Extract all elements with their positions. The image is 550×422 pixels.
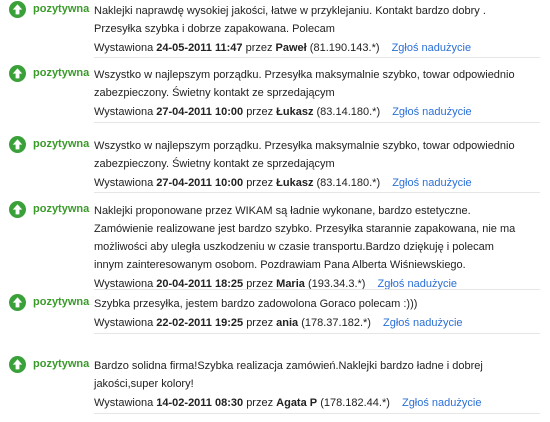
report-abuse-link[interactable]: Zgłoś nadużycie bbox=[392, 106, 472, 118]
feedback-ip: (83.14.180.*) bbox=[316, 177, 381, 189]
up-arrow-circle-icon bbox=[9, 356, 26, 373]
feedback-type-label: pozytywna bbox=[33, 138, 90, 150]
by-label: przez bbox=[245, 42, 273, 54]
up-arrow-circle-icon bbox=[9, 136, 26, 153]
up-arrow-circle-icon bbox=[9, 294, 26, 311]
feedback-text: Naklejki proponowane przez WIKAM są ładn… bbox=[94, 205, 516, 271]
feedback-date: 24-05-2011 11:47 bbox=[156, 42, 243, 54]
feedback-author: Łukasz bbox=[276, 177, 314, 189]
feedback-date: 14-02-2011 08:30 bbox=[156, 397, 244, 409]
feedback-meta: Wystawiona 20-04-2011 18:25 przez Maria … bbox=[94, 275, 526, 293]
report-abuse-link[interactable]: Zgłoś nadużycie bbox=[392, 177, 472, 189]
divider bbox=[94, 289, 540, 290]
feedback-author: ania bbox=[276, 317, 299, 329]
feedback-meta: Wystawiona 22-02-2011 19:25 przez ania (… bbox=[94, 314, 526, 332]
feedback-meta: Wystawiona 24-05-2011 11:47 przez Paweł … bbox=[94, 39, 526, 57]
feedback-text: Wszystko w najlepszym porządku. Przesyłk… bbox=[94, 69, 515, 99]
feedback-body: Naklejki proponowane przez WIKAM są ładn… bbox=[94, 202, 526, 293]
feedback-type-label: pozytywna bbox=[33, 67, 90, 79]
feedback-text: Naklejki naprawdę wysokiej jakości, łatw… bbox=[94, 5, 486, 35]
divider bbox=[94, 57, 540, 58]
feedback-body: Bardzo solidna firma!Szybka realizacja z… bbox=[94, 357, 526, 412]
by-label: przez bbox=[246, 317, 274, 329]
by-label: przez bbox=[246, 106, 274, 118]
feedback-meta: Wystawiona 27-04-2011 10:00 przez Łukasz… bbox=[94, 103, 526, 121]
feedback-ip: (83.14.180.*) bbox=[316, 106, 381, 118]
feedback-author: Agata P bbox=[276, 397, 318, 409]
feedback-author: Łukasz bbox=[276, 106, 314, 118]
feedback-meta: Wystawiona 27-04-2011 10:00 przez Łukasz… bbox=[94, 174, 526, 192]
feedback-ip: (178.182.44.*) bbox=[320, 397, 390, 409]
issued-label: Wystawiona bbox=[94, 106, 154, 118]
feedback-body: Wszystko w najlepszym porządku. Przesyłk… bbox=[94, 137, 526, 192]
report-abuse-link[interactable]: Zgłoś nadużycie bbox=[383, 317, 463, 329]
feedback-list: pozytywna Naklejki naprawdę wysokiej jak… bbox=[0, 0, 550, 422]
feedback-date: 22-02-2011 19:25 bbox=[156, 317, 244, 329]
divider bbox=[94, 413, 540, 414]
feedback-body: Wszystko w najlepszym porządku. Przesyłk… bbox=[94, 66, 526, 121]
report-abuse-link[interactable]: Zgłoś nadużycie bbox=[402, 397, 482, 409]
report-abuse-link[interactable]: Zgłoś nadużycie bbox=[392, 42, 472, 54]
feedback-text: Bardzo solidna firma!Szybka realizacja z… bbox=[94, 360, 483, 390]
feedback-body: Szybka przesyłka, jestem bardzo zadowolo… bbox=[94, 295, 526, 332]
issued-label: Wystawiona bbox=[94, 177, 154, 189]
feedback-author: Paweł bbox=[275, 42, 307, 54]
feedback-type-label: pozytywna bbox=[33, 358, 90, 370]
feedback-date: 27-04-2011 10:00 bbox=[156, 106, 244, 118]
by-label: przez bbox=[246, 397, 274, 409]
issued-label: Wystawiona bbox=[94, 317, 154, 329]
feedback-type-label: pozytywna bbox=[33, 3, 90, 15]
feedback-date: 27-04-2011 10:00 bbox=[156, 177, 244, 189]
feedback-meta: Wystawiona 14-02-2011 08:30 przez Agata … bbox=[94, 394, 526, 412]
feedback-ip: (178.37.182.*) bbox=[301, 317, 371, 329]
feedback-type-label: pozytywna bbox=[33, 296, 90, 308]
issued-label: Wystawiona bbox=[94, 42, 154, 54]
issued-label: Wystawiona bbox=[94, 397, 154, 409]
feedback-body: Naklejki naprawdę wysokiej jakości, łatw… bbox=[94, 2, 526, 57]
divider bbox=[94, 333, 540, 334]
up-arrow-circle-icon bbox=[9, 1, 26, 18]
divider bbox=[94, 122, 540, 123]
by-label: przez bbox=[246, 177, 274, 189]
divider bbox=[94, 192, 540, 193]
feedback-text: Wszystko w najlepszym porządku. Przesyłk… bbox=[94, 140, 515, 170]
up-arrow-circle-icon bbox=[9, 65, 26, 82]
feedback-type-label: pozytywna bbox=[33, 203, 90, 215]
feedback-text: Szybka przesyłka, jestem bardzo zadowolo… bbox=[94, 298, 418, 310]
up-arrow-circle-icon bbox=[9, 201, 26, 218]
feedback-ip: (81.190.143.*) bbox=[309, 42, 380, 54]
